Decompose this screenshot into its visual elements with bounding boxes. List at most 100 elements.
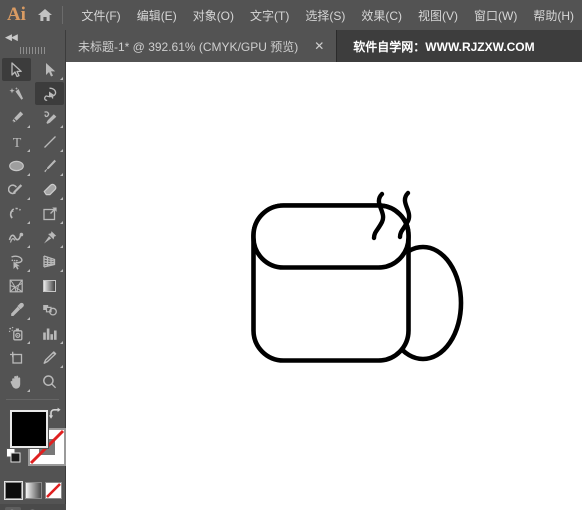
menu-bar: Ai 文件(F) 编辑(E) 对象(O) 文字(T) 选择(S) 效果(C) 视… xyxy=(0,0,582,30)
cup-lid-band[interactable] xyxy=(251,203,411,270)
pushpin-icon xyxy=(43,231,56,244)
width-warp-icon xyxy=(8,232,24,243)
hand-icon xyxy=(10,375,21,389)
paintbrush-icon xyxy=(43,159,56,173)
flyout-indicator-icon xyxy=(60,221,63,224)
pen-nib-icon xyxy=(11,111,23,123)
home-button[interactable] xyxy=(33,0,58,30)
gradient-tool[interactable] xyxy=(33,274,66,298)
menu-select[interactable]: 选择(S) xyxy=(297,3,353,28)
type-tool[interactable]: T xyxy=(0,130,33,154)
scale-tool[interactable] xyxy=(33,202,66,226)
pen-tool[interactable] xyxy=(0,106,33,130)
shaper-tool[interactable] xyxy=(0,178,33,202)
flyout-indicator-icon xyxy=(27,389,30,392)
symbol-sprayer-tool[interactable] xyxy=(0,322,33,346)
perspective-grid-tool[interactable] xyxy=(33,250,66,274)
ellipse-tool[interactable] xyxy=(0,154,33,178)
gradient-icon xyxy=(43,280,56,292)
blend-icon xyxy=(43,305,57,316)
slice-tool[interactable] xyxy=(33,346,66,370)
menu-item-list: 文件(F) 编辑(E) 对象(O) 文字(T) 选择(S) 效果(C) 视图(V… xyxy=(73,3,582,28)
menu-view[interactable]: 视图(V) xyxy=(410,3,466,28)
eyedropper-tool[interactable] xyxy=(0,298,33,322)
menu-object[interactable]: 对象(O) xyxy=(185,3,242,28)
flyout-indicator-icon xyxy=(60,77,63,80)
swap-fill-stroke-icon[interactable] xyxy=(48,407,62,421)
shaper-pencil-icon xyxy=(8,184,23,195)
mesh-icon xyxy=(9,279,23,293)
artboard-icon xyxy=(10,351,23,364)
ai-logo: Ai xyxy=(6,4,26,25)
hand-tool[interactable] xyxy=(0,370,33,394)
direct-selection-tool[interactable] xyxy=(33,58,66,82)
curvature-tool[interactable] xyxy=(33,106,66,130)
magnifier-icon xyxy=(43,375,57,389)
selection-tool[interactable] xyxy=(0,58,33,82)
eraser-tool[interactable] xyxy=(33,178,66,202)
eraser-icon xyxy=(43,183,57,196)
close-icon[interactable]: ✕ xyxy=(310,39,328,53)
menu-effect[interactable]: 效果(C) xyxy=(353,3,410,28)
zoom-tool[interactable] xyxy=(33,370,66,394)
flyout-indicator-icon xyxy=(27,173,30,176)
menu-edit[interactable]: 编辑(E) xyxy=(129,3,185,28)
mesh-tool[interactable] xyxy=(0,274,33,298)
flyout-indicator-icon xyxy=(60,269,63,272)
menu-window[interactable]: 窗口(W) xyxy=(466,3,525,28)
flyout-indicator-icon xyxy=(60,149,63,152)
shape-builder-tool[interactable] xyxy=(0,250,33,274)
default-fill-stroke-icon[interactable] xyxy=(6,448,21,463)
free-transform-tool[interactable] xyxy=(33,226,66,250)
paintbrush-tool[interactable] xyxy=(33,154,66,178)
magic-wand-tool[interactable] xyxy=(0,82,33,106)
document-tab[interactable]: 未标题-1* @ 392.61% (CMYK/GPU 预览) ✕ xyxy=(66,30,338,62)
illustrator-window: Ai 文件(F) 编辑(E) 对象(O) 文字(T) 选择(S) 效果(C) 视… xyxy=(0,0,582,510)
column-graph-tool[interactable] xyxy=(33,322,66,346)
flyout-indicator-icon xyxy=(27,197,30,200)
blend-tool[interactable] xyxy=(33,298,66,322)
flyout-indicator-icon xyxy=(60,173,63,176)
none-fill-icon xyxy=(45,482,61,498)
coffee-cup-drawing[interactable] xyxy=(66,62,582,510)
symbol-sprayer-icon xyxy=(8,326,23,341)
fill-swatch[interactable] xyxy=(9,409,49,449)
flyout-indicator-icon xyxy=(27,341,30,344)
flyout-indicator-icon xyxy=(27,317,30,320)
eyedropper-icon xyxy=(10,302,24,316)
width-tool[interactable] xyxy=(0,226,33,250)
panel-collapse-button[interactable]: ◀◀ xyxy=(0,30,65,44)
rotate-tool[interactable] xyxy=(0,202,33,226)
curvature-pen-icon xyxy=(43,111,56,124)
flyout-indicator-icon xyxy=(27,149,30,152)
lasso-tool[interactable] xyxy=(33,82,66,106)
type-T-icon: T xyxy=(12,136,21,150)
watermark-text: 软件自学网：WWW.RJZXW.COM xyxy=(353,39,535,54)
menu-help[interactable]: 帮助(H) xyxy=(525,3,582,28)
flyout-indicator-icon xyxy=(27,221,30,224)
menu-divider xyxy=(61,6,63,24)
menu-type[interactable]: 文字(T) xyxy=(242,3,297,28)
line-segment-tool[interactable] xyxy=(33,130,66,154)
artboard-canvas[interactable] xyxy=(66,62,582,510)
artboard-tool[interactable] xyxy=(0,346,33,370)
flyout-indicator-icon xyxy=(60,125,63,128)
document-tab-title: 未标题-1* @ 392.61% (CMYK/GPU 预览) xyxy=(78,39,299,54)
ellipse-icon xyxy=(8,160,24,172)
menu-file[interactable]: 文件(F) xyxy=(73,3,128,28)
flyout-indicator-icon xyxy=(60,245,63,248)
bar-chart-icon xyxy=(43,328,57,340)
line-segment-icon xyxy=(43,136,56,148)
flyout-indicator-icon xyxy=(27,269,30,272)
flyout-indicator-icon xyxy=(27,125,30,128)
arrow-cursor-icon xyxy=(10,62,22,78)
home-icon xyxy=(38,9,53,21)
color-controls xyxy=(0,404,66,510)
shape-builder-icon xyxy=(11,255,23,270)
perspective-grid-icon xyxy=(43,255,56,268)
color-mode-button[interactable] xyxy=(3,480,23,500)
grip-lines-icon xyxy=(19,46,46,54)
none-mode-button[interactable] xyxy=(44,481,62,499)
gradient-mode-button[interactable] xyxy=(24,481,42,499)
panel-drag-handle[interactable] xyxy=(0,44,65,56)
